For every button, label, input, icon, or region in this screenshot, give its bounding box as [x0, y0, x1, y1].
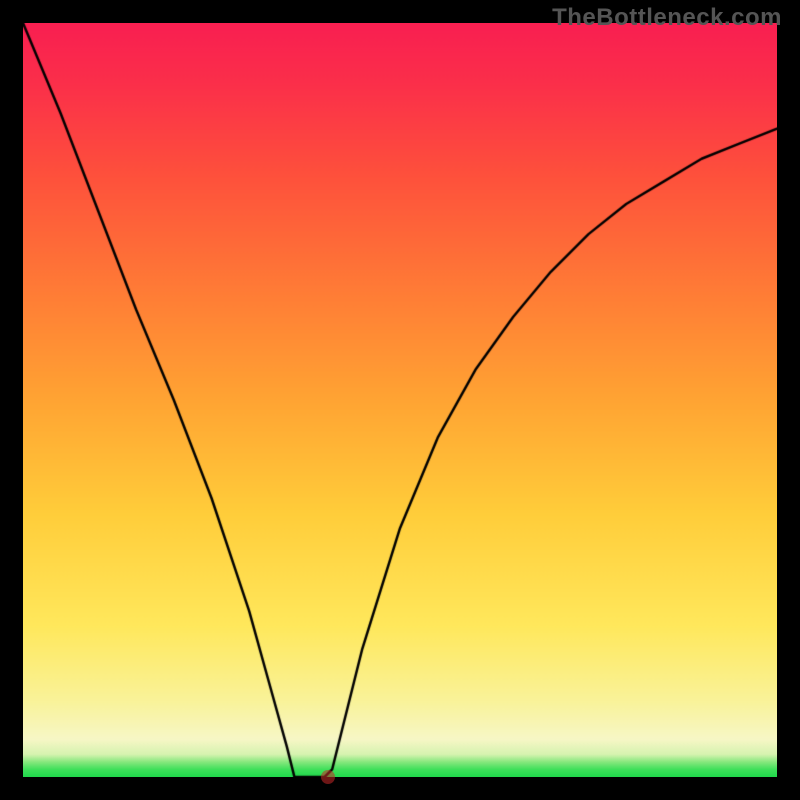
watermark-label: TheBottleneck.com: [552, 4, 782, 32]
chart-frame: TheBottleneck.com: [0, 0, 800, 800]
plot-area: [23, 23, 777, 777]
minimum-marker: [321, 770, 335, 784]
curve-line: [23, 23, 777, 777]
